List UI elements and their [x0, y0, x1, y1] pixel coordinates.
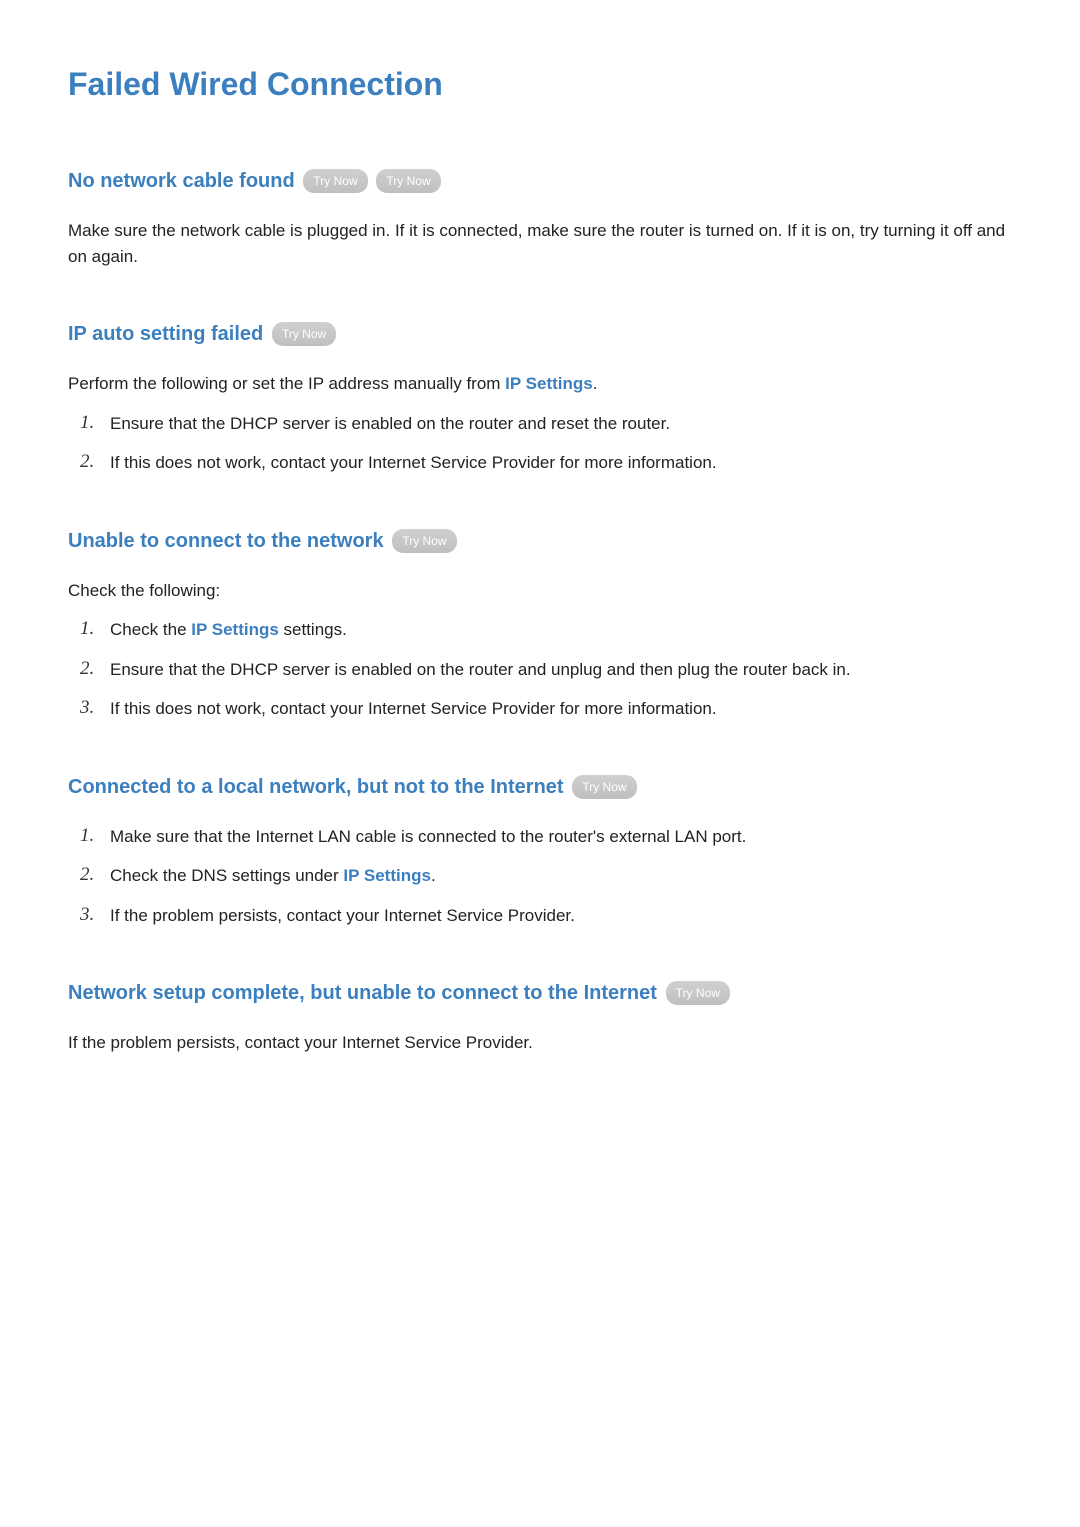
try-now-button[interactable]: Try Now [666, 981, 730, 1005]
try-now-button[interactable]: Try Now [303, 169, 367, 193]
list-item: 2. If this does not work, contact your In… [80, 450, 1012, 476]
list-number: 2. [80, 861, 94, 890]
list-text: Ensure that the DHCP server is enabled o… [110, 660, 851, 679]
heading-ip-auto: IP auto setting failed [68, 323, 263, 345]
heading-unable-connect: Unable to connect to the network [68, 530, 384, 552]
heading-no-cable: No network cable found [68, 170, 295, 192]
item1-prefix: Check the [110, 620, 191, 639]
ip-settings-link[interactable]: IP Settings [343, 866, 431, 885]
list-item: 3. If this does not work, contact your In… [80, 696, 1012, 722]
list-unable-connect: 1. Check the IP Settings settings. 2. Ens… [68, 617, 1012, 722]
page-title: Failed Wired Connection [68, 60, 1012, 108]
try-now-button[interactable]: Try Now [376, 169, 440, 193]
list-number: 3. [80, 901, 94, 930]
body-setup-complete: If the problem persists, contact your In… [68, 1030, 1012, 1056]
item2-suffix: . [431, 866, 436, 885]
section-unable-connect: Unable to connect to the network Try Now… [68, 526, 1012, 722]
list-item: 1. Make sure that the Internet LAN cable … [80, 824, 1012, 850]
list-text: If the problem persists, contact your In… [110, 906, 575, 925]
list-item: 1. Ensure that the DHCP server is enabled… [80, 411, 1012, 437]
list-local-not-internet: 1. Make sure that the Internet LAN cable … [68, 824, 1012, 929]
list-item: 2. Ensure that the DHCP server is enabled… [80, 657, 1012, 683]
section-setup-complete: Network setup complete, but unable to co… [68, 978, 1012, 1056]
item1-suffix: settings. [279, 620, 347, 639]
intro-prefix: Perform the following or set the IP addr… [68, 374, 505, 393]
list-text: If this does not work, contact your Inte… [110, 453, 717, 472]
list-item: 1. Check the IP Settings settings. [80, 617, 1012, 643]
ip-settings-link[interactable]: IP Settings [505, 374, 593, 393]
list-number: 2. [80, 655, 94, 684]
list-item: 2. Check the DNS settings under IP Setti… [80, 863, 1012, 889]
intro-unable-connect: Check the following: [68, 578, 1012, 604]
section-no-network-cable: No network cable found Try Now Try Now M… [68, 166, 1012, 269]
heading-setup-complete: Network setup complete, but unable to co… [68, 982, 657, 1004]
list-text: Ensure that the DHCP server is enabled o… [110, 414, 670, 433]
ip-settings-link[interactable]: IP Settings [191, 620, 279, 639]
list-number: 1. [80, 615, 94, 644]
try-now-button[interactable]: Try Now [392, 529, 456, 553]
heading-local-not-internet: Connected to a local network, but not to… [68, 776, 564, 798]
section-ip-auto-failed: IP auto setting failed Try Now Perform t… [68, 319, 1012, 476]
list-ip-auto: 1. Ensure that the DHCP server is enabled… [68, 411, 1012, 476]
list-item: 3. If the problem persists, contact your … [80, 903, 1012, 929]
intro-suffix: . [593, 374, 598, 393]
intro-ip-auto: Perform the following or set the IP addr… [68, 371, 1012, 397]
list-number: 1. [80, 409, 94, 438]
try-now-button[interactable]: Try Now [572, 775, 636, 799]
list-number: 3. [80, 694, 94, 723]
list-text: If this does not work, contact your Inte… [110, 699, 717, 718]
list-number: 2. [80, 448, 94, 477]
section-local-not-internet: Connected to a local network, but not to… [68, 772, 1012, 929]
body-no-cable: Make sure the network cable is plugged i… [68, 218, 1012, 269]
list-text: Make sure that the Internet LAN cable is… [110, 827, 746, 846]
list-number: 1. [80, 822, 94, 851]
try-now-button[interactable]: Try Now [272, 322, 336, 346]
item2-prefix: Check the DNS settings under [110, 866, 343, 885]
